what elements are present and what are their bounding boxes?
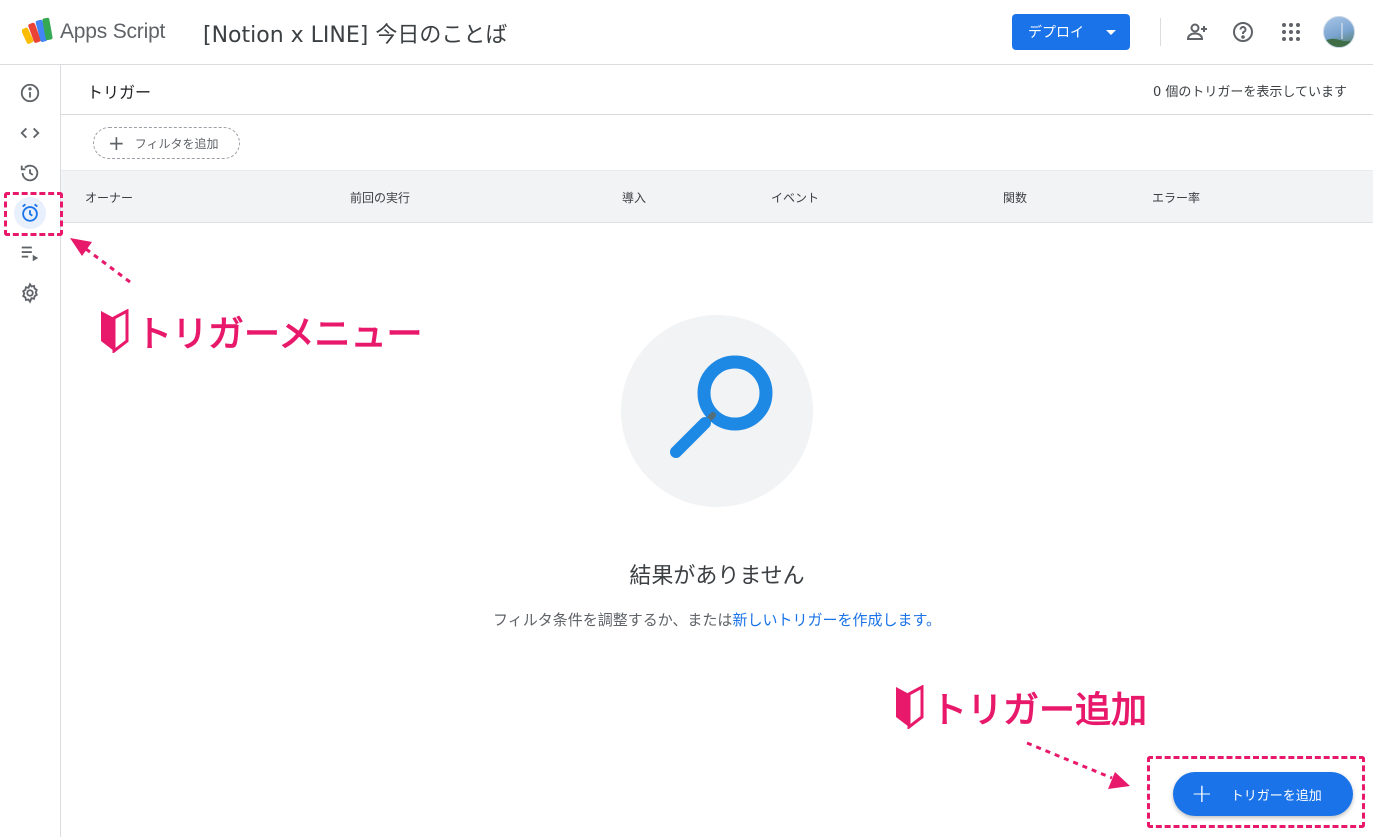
code-icon xyxy=(20,127,40,139)
sidebar xyxy=(0,65,61,837)
help-button[interactable] xyxy=(1229,18,1257,46)
toolbar-divider xyxy=(1160,18,1161,46)
column-event[interactable]: イベント xyxy=(771,189,819,206)
empty-state-message-text: フィルタ条件を調整するか、または xyxy=(493,611,733,629)
top-bar: Apps Script [Notion x LINE] 今日のことば デプロイ xyxy=(0,0,1373,65)
search-icon xyxy=(670,355,773,458)
sidebar-item-settings[interactable] xyxy=(14,277,46,309)
plus-icon: + xyxy=(108,131,125,155)
add-person-icon xyxy=(1186,23,1207,40)
annotation-label-trigger-menu: トリガーメニュー xyxy=(98,305,423,357)
project-title[interactable]: [Notion x LINE] 今日のことば xyxy=(203,17,507,49)
avatar-image xyxy=(1324,23,1354,47)
help-icon xyxy=(1233,22,1253,42)
history-icon xyxy=(20,164,39,182)
main-content: トリガー 0 個のトリガーを表示しています + フィルタを追加 オーナー 前回の… xyxy=(61,65,1373,837)
sidebar-item-editor[interactable] xyxy=(14,117,46,149)
caret-down-icon xyxy=(1106,30,1116,35)
column-owner[interactable]: オーナー xyxy=(85,189,133,206)
beginner-mark-icon xyxy=(896,685,924,729)
page-title: トリガー xyxy=(87,83,152,102)
annotation-label-trigger-menu-text: トリガーメニュー xyxy=(136,314,423,355)
page-header: トリガー 0 個のトリガーを表示しています xyxy=(61,65,1373,115)
playlist-play-icon xyxy=(21,246,39,262)
add-filter-label: フィルタを追加 xyxy=(134,136,219,151)
column-deployment[interactable]: 導入 xyxy=(622,189,646,206)
sidebar-item-executions[interactable] xyxy=(14,237,46,269)
column-function[interactable]: 関数 xyxy=(1003,189,1027,206)
empty-state-message: フィルタ条件を調整するか、または新しいトリガーを作成します。 xyxy=(61,609,1373,630)
deploy-button-label: デプロイ xyxy=(1028,25,1084,41)
apps-grid-icon xyxy=(1282,23,1300,41)
annotation-box-trigger-menu xyxy=(4,192,63,236)
share-button[interactable] xyxy=(1183,18,1211,46)
deploy-button[interactable]: デプロイ xyxy=(1012,14,1130,50)
add-filter-button[interactable]: + フィルタを追加 xyxy=(93,127,240,159)
annotation-label-add-trigger-text: トリガー追加 xyxy=(931,690,1148,731)
empty-state-illustration xyxy=(621,315,813,507)
table-header: オーナー 前回の実行 導入 イベント 関数 エラー率 xyxy=(61,170,1373,223)
create-trigger-link[interactable]: 新しいトリガーを作成します。 xyxy=(732,611,941,629)
apps-button[interactable] xyxy=(1277,18,1305,46)
beginner-mark-icon xyxy=(101,309,129,353)
trigger-count: 0 個のトリガーを表示しています xyxy=(1152,85,1347,100)
info-icon xyxy=(20,83,40,103)
empty-state-title: 結果がありません xyxy=(629,564,805,589)
avatar[interactable] xyxy=(1323,16,1355,48)
annotation-label-add-trigger: トリガー追加 xyxy=(893,681,1147,733)
column-error-rate[interactable]: エラー率 xyxy=(1152,189,1200,206)
column-last-run[interactable]: 前回の実行 xyxy=(350,189,410,206)
apps-script-logo[interactable] xyxy=(22,16,54,46)
sidebar-item-overview[interactable] xyxy=(14,77,46,109)
sidebar-item-history[interactable] xyxy=(14,157,46,189)
annotation-box-add-trigger xyxy=(1147,756,1365,828)
gear-icon xyxy=(22,282,38,304)
app-name[interactable]: Apps Script xyxy=(60,20,165,44)
